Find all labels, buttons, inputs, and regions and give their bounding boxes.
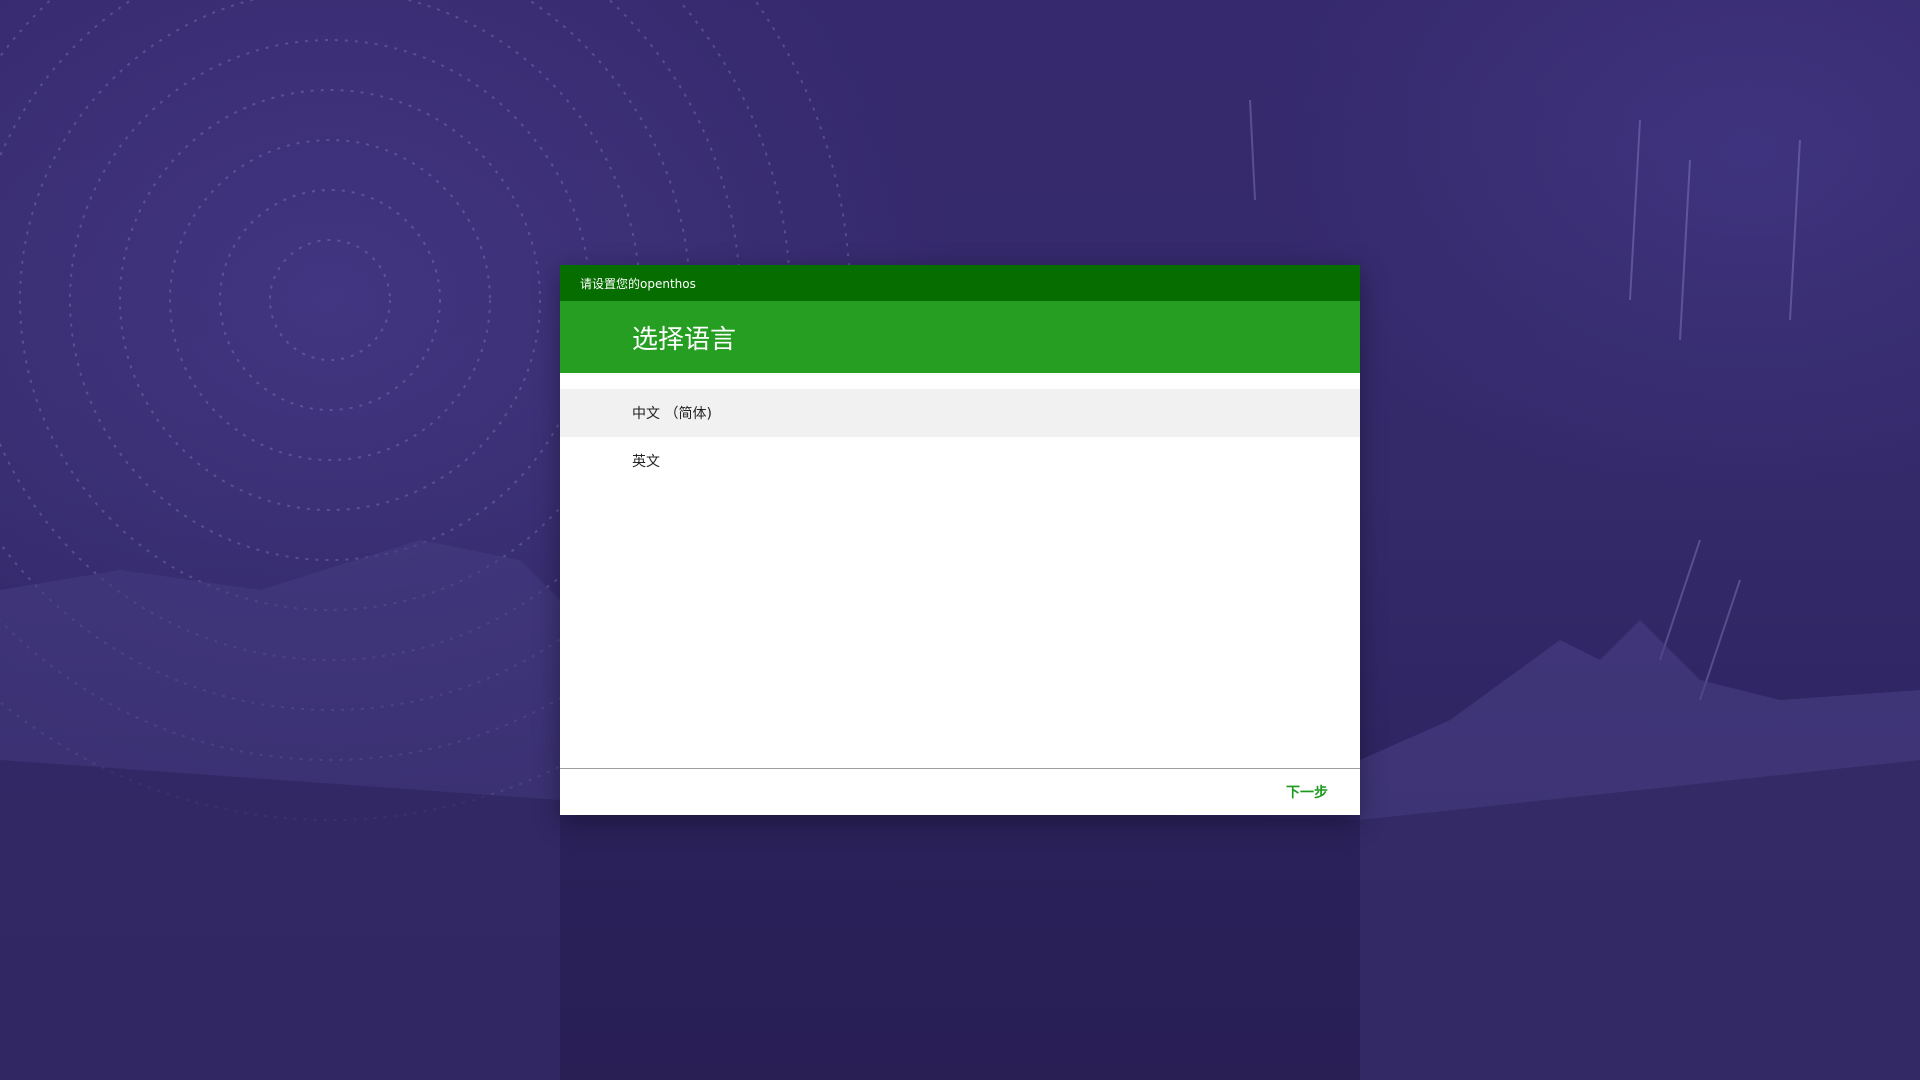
language-item-label: 英文	[632, 454, 660, 470]
status-title: 请设置您的openthos	[580, 276, 696, 291]
page-title: 选择语言	[632, 324, 737, 355]
language-item-english[interactable]: 英文	[560, 437, 1360, 485]
language-list: 中文 （简体) 英文	[560, 373, 1360, 768]
language-item-label: 中文 （简体)	[632, 406, 712, 422]
setup-dialog: 请设置您的openthos 选择语言 中文 （简体) 英文 下一步	[560, 265, 1360, 815]
dialog-footer: 下一步	[560, 768, 1360, 815]
next-button[interactable]: 下一步	[1286, 776, 1328, 808]
desktop-wallpaper: 请设置您的openthos 选择语言 中文 （简体) 英文 下一步	[0, 0, 1920, 1080]
dialog-status-bar: 请设置您的openthos	[560, 265, 1360, 301]
dialog-title-bar: 选择语言	[560, 301, 1360, 373]
language-item-chinese-simplified[interactable]: 中文 （简体)	[560, 389, 1360, 437]
